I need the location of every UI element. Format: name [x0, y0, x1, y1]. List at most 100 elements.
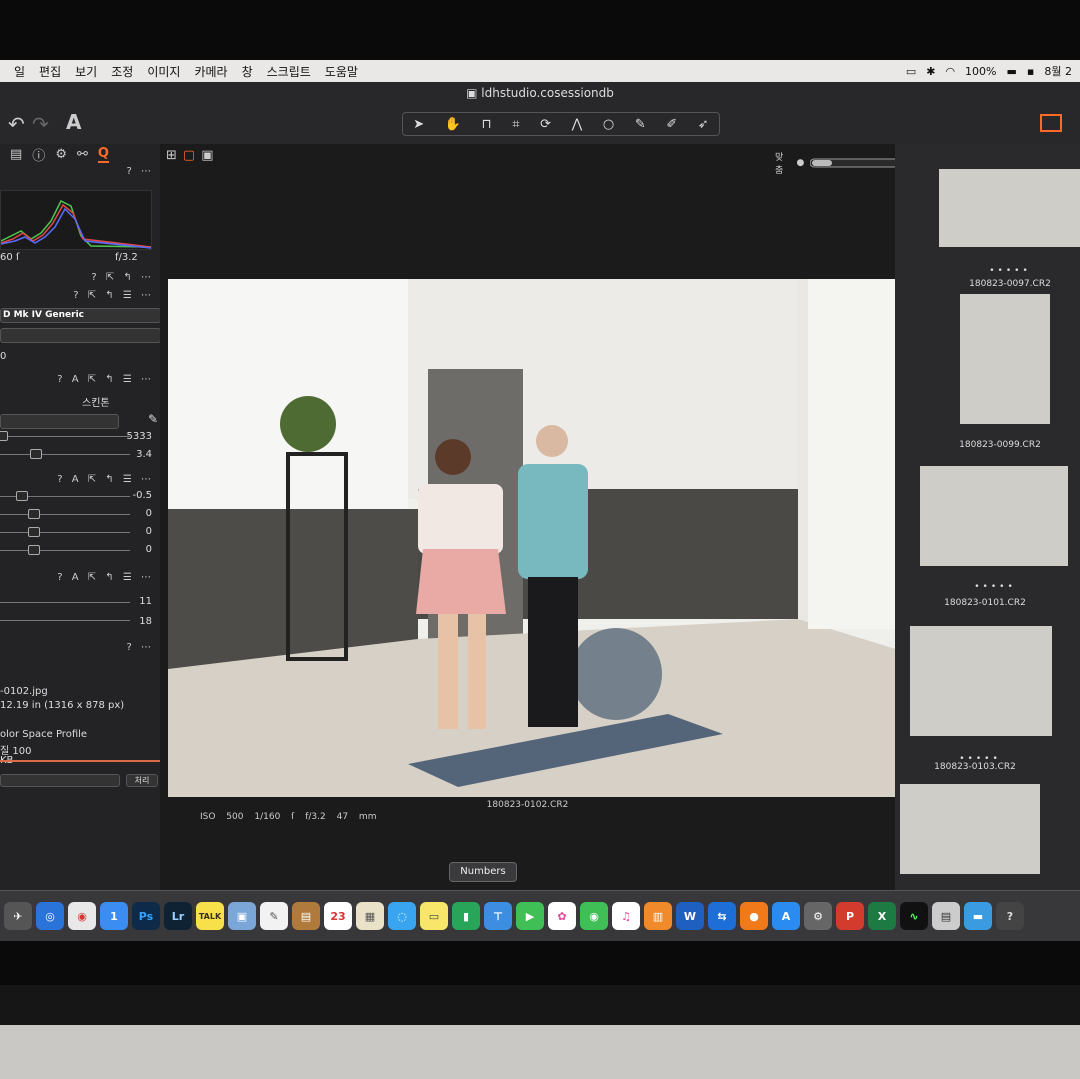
undo-icon[interactable]: ↶ — [8, 112, 25, 136]
folder-icon[interactable]: ▬ — [964, 902, 992, 930]
structure-value[interactable]: 18 — [139, 616, 152, 627]
panel-header-buttons[interactable]: ? ⇱ ↰ ⋯ — [91, 272, 154, 283]
panel-header-buttons[interactable]: ? ⋯ — [127, 642, 155, 653]
kelvin-value[interactable]: 5333 — [127, 431, 152, 442]
safari-icon[interactable]: ◎ — [36, 902, 64, 930]
single-view-icon[interactable]: ▢ — [183, 148, 195, 163]
text-tool-icon[interactable]: A — [66, 110, 81, 134]
grid-view-icon[interactable]: ⊞ — [166, 148, 177, 163]
lightroom-icon[interactable]: Lr — [164, 902, 192, 930]
kakaotalk-icon[interactable]: TALK — [196, 902, 224, 930]
calendar-icon[interactable]: 23 — [324, 902, 352, 930]
menu-camera[interactable]: 카메라 — [194, 63, 227, 80]
panel-header-buttons[interactable]: ? ⇱ ↰ ☰ ⋯ — [73, 290, 154, 301]
numbers-icon[interactable]: ▮ — [452, 902, 480, 930]
saturation-slider[interactable] — [0, 545, 130, 555]
orange-app-icon[interactable]: ● — [740, 902, 768, 930]
menu-image[interactable]: 이미지 — [147, 63, 180, 80]
brightness-value[interactable]: 0 — [146, 526, 152, 537]
skin-tone-tab[interactable]: 스킨톤 — [82, 394, 110, 409]
slider-knob[interactable] — [16, 491, 28, 501]
teamviewer-icon[interactable]: ⇆ — [708, 902, 736, 930]
thumbnail[interactable] — [939, 169, 1080, 247]
system-preferences-icon[interactable]: ⚙ — [804, 902, 832, 930]
excel-icon[interactable]: X — [868, 902, 896, 930]
slider-knob[interactable] — [28, 509, 40, 519]
rotate-icon[interactable]: ⟳ — [540, 117, 551, 132]
structure-slider[interactable] — [0, 620, 130, 621]
redo-icon[interactable]: ↷ — [32, 112, 49, 136]
airplay-icon[interactable]: ▭ — [906, 65, 916, 78]
photoshop-icon[interactable]: Ps — [132, 902, 160, 930]
panel-header-buttons[interactable]: ? A ⇱ ↰ ☰ ⋯ — [57, 474, 154, 485]
brush-icon[interactable]: ✎ — [635, 117, 646, 132]
battery-icon[interactable]: ▬ — [1007, 65, 1017, 78]
menu-edit[interactable]: 편집 — [39, 63, 61, 80]
circle-mask-icon[interactable]: ○ — [603, 117, 614, 132]
panel-header-buttons[interactable]: ? A ⇱ ↰ ☰ ⋯ — [57, 572, 154, 583]
annotate-icon[interactable]: ➶ — [698, 117, 709, 132]
process-button[interactable]: 처리 — [126, 774, 158, 787]
quick-tab-icon[interactable]: Q — [97, 146, 109, 163]
flag-icon[interactable]: ▪ — [1027, 65, 1034, 78]
facetime-icon[interactable]: ▶ — [516, 902, 544, 930]
eyedropper-icon[interactable]: ✎ — [148, 412, 158, 426]
rating-dots[interactable]: ••••• — [920, 582, 1070, 592]
app-store-icon[interactable]: A — [772, 902, 800, 930]
library-tab-icon[interactable]: ▤ — [10, 147, 22, 162]
thumbnail[interactable] — [900, 784, 1040, 874]
thumbnail[interactable] — [920, 466, 1068, 566]
menubar-date[interactable]: 8월 2 — [1044, 63, 1072, 79]
slider-knob[interactable] — [28, 545, 40, 555]
stack-icon[interactable] — [1040, 114, 1062, 132]
rating-dots[interactable]: ••••• — [935, 266, 1080, 276]
crop-icon[interactable]: ⌗ — [512, 117, 519, 132]
tint-value[interactable]: 3.4 — [136, 449, 152, 460]
kelvin-slider[interactable] — [0, 431, 130, 441]
camera-profile-select[interactable]: D Mk IV Generic — [0, 308, 161, 323]
exposure-slider[interactable] — [0, 491, 130, 501]
camera-icon[interactable]: ◉ — [580, 902, 608, 930]
select-arrow-icon[interactable]: ➤ — [413, 117, 424, 132]
ibooks-icon[interactable]: ▥ — [644, 902, 672, 930]
exposure-value[interactable]: -0.5 — [132, 490, 152, 501]
settings-tab-icon[interactable]: ⚙ — [55, 147, 67, 162]
stickies-icon[interactable]: ▭ — [420, 902, 448, 930]
photos-icon[interactable]: ✿ — [548, 902, 576, 930]
launchpad-icon[interactable]: ✈ — [4, 902, 32, 930]
word-icon[interactable]: W — [676, 902, 704, 930]
scanner-icon[interactable]: ▤ — [932, 902, 960, 930]
notes-board-icon[interactable]: ▦ — [356, 902, 384, 930]
menu-adjust[interactable]: 조정 — [111, 63, 133, 80]
info-tab-icon[interactable]: ⓘ — [32, 145, 45, 164]
multi-view-icon[interactable]: ▣ — [201, 148, 213, 163]
keynote-icon[interactable]: ⊤ — [484, 902, 512, 930]
slider-knob[interactable] — [28, 527, 40, 537]
keystone-icon[interactable]: ⋀ — [572, 117, 583, 132]
thumbnail[interactable] — [910, 626, 1052, 736]
person-small-icon[interactable]: ● — [796, 158, 804, 168]
menu-help[interactable]: 도움말 — [325, 63, 358, 80]
tint-slider[interactable] — [0, 449, 130, 459]
menu-file[interactable]: 일 — [14, 63, 25, 80]
thumbnail[interactable] — [960, 294, 1050, 424]
hand-pan-icon[interactable]: ✋ — [445, 117, 461, 132]
menu-view[interactable]: 보기 — [75, 63, 97, 80]
bluetooth-icon[interactable]: ✱ — [926, 65, 935, 78]
preview-icon[interactable]: ▣ — [228, 902, 256, 930]
chrome-icon[interactable]: ◉ — [68, 902, 96, 930]
onepassword-icon[interactable]: 1 — [100, 902, 128, 930]
adjust-tab-icon[interactable]: ⚯ — [77, 147, 88, 162]
help-icon[interactable]: ? — [996, 902, 1024, 930]
powerpoint-icon[interactable]: P — [836, 902, 864, 930]
slider-knob[interactable] — [30, 449, 42, 459]
loupe-icon[interactable]: ⊓ — [482, 117, 492, 132]
saturation-value[interactable]: 0 — [146, 544, 152, 555]
itunes-icon[interactable]: ♫ — [612, 902, 640, 930]
panel-header-buttons[interactable]: ? ⋯ — [127, 166, 155, 177]
clarity-slider[interactable] — [0, 602, 130, 603]
picker-icon[interactable]: ✐ — [666, 117, 677, 132]
menu-script[interactable]: 스크립트 — [267, 63, 311, 80]
curve-select[interactable] — [0, 328, 161, 343]
messages-icon[interactable]: ◌ — [388, 902, 416, 930]
